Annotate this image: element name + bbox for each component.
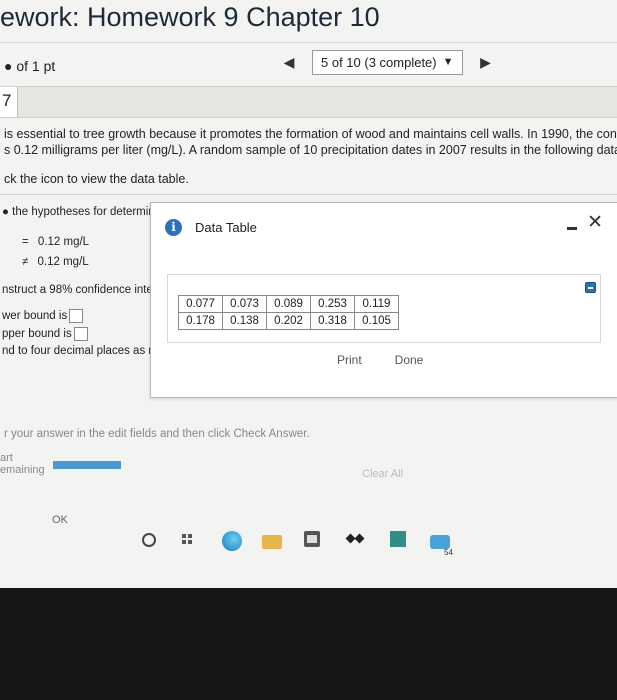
table-cell: 0.105 [354, 312, 399, 330]
chevron-down-icon: ▼ [442, 56, 454, 68]
progress-text: 5 of 10 (3 complete) [321, 54, 437, 70]
monitor-bezel [0, 588, 617, 700]
question-progress-dropdown[interactable]: 5 of 10 (3 complete) ▼ [312, 49, 463, 75]
question-number: 7 [0, 87, 18, 117]
table-cell: 0.089 [266, 295, 311, 313]
search-circle-icon[interactable] [142, 533, 156, 547]
table-cell: 0.178 [178, 312, 223, 330]
confidence-interval-label: nstruct a 98% confidence inter [2, 284, 150, 296]
points-label: ● of 1 pt [4, 58, 55, 74]
stem-line-1: is essential to tree growth because it p… [4, 127, 617, 141]
stem-line-2: s 0.12 milligrams per liter (mg/L). A ra… [4, 143, 617, 157]
notification-badge: 54 [444, 548, 453, 557]
upper-bound-input[interactable] [73, 327, 88, 341]
photos-icon[interactable] [430, 535, 450, 549]
question-stem: is essential to tree growth because it p… [4, 126, 617, 158]
edge-browser-icon[interactable] [222, 531, 242, 551]
lower-bound-row: wer bound is [2, 309, 84, 323]
table-cell: 0.253 [310, 295, 355, 313]
page-title: ework: Homework 9 Chapter 10 [0, 2, 380, 32]
store-icon[interactable] [304, 531, 320, 547]
table-cell: 0.119 [354, 295, 399, 313]
data-table-dialog: i Data Table ✕ 0.077 0.073 0.089 0.253 0… [150, 202, 617, 398]
null-hypothesis: = 0.12 mg/L [22, 236, 90, 248]
alternative-hypothesis: ≠ 0.12 mg/L [22, 256, 89, 268]
data-table-container: 0.077 0.073 0.089 0.253 0.119 0.178 0.13… [167, 274, 601, 343]
table-cell: 0.202 [266, 312, 311, 330]
minimize-icon[interactable] [565, 219, 579, 235]
answer-instruction: r your answer in the edit fields and the… [4, 428, 310, 440]
ok-button[interactable]: OK [52, 514, 68, 526]
data-table-instruction: ck the icon to view the data table. [4, 172, 189, 186]
question-navigator: ◀ 5 of 10 (3 complete) ▼ ▶ [276, 49, 499, 75]
table-cell: 0.073 [222, 295, 267, 313]
question-number-band: 7 [0, 86, 617, 118]
file-explorer-icon[interactable] [262, 535, 282, 549]
app-icon[interactable] [390, 531, 406, 547]
info-icon: i [165, 219, 182, 236]
dropbox-icon[interactable] [346, 531, 364, 547]
dot-icon: ● [2, 206, 9, 218]
homework-screen: ework: Homework 9 Chapter 10 ● of 1 pt ◀… [0, 0, 617, 596]
print-button[interactable]: Print [337, 353, 362, 367]
header-divider [0, 42, 617, 43]
data-table: 0.077 0.073 0.089 0.253 0.119 0.178 0.13… [178, 295, 399, 330]
copy-data-icon[interactable] [585, 282, 596, 293]
section-divider [0, 194, 617, 195]
previous-question-icon[interactable]: ◀ [276, 49, 302, 75]
close-icon[interactable]: ✕ [587, 211, 603, 234]
table-row: 0.178 0.138 0.202 0.318 0.105 [178, 312, 399, 330]
task-view-icon[interactable] [180, 531, 198, 549]
table-cell: 0.077 [178, 295, 223, 313]
rounding-note: nd to four decimal places as nee [2, 345, 150, 357]
hypotheses-label: ● the hypotheses for determir [2, 206, 150, 218]
answer-panel: ● the hypotheses for determir = 0.12 mg/… [0, 200, 150, 380]
table-cell: 0.318 [310, 312, 355, 330]
done-button[interactable]: Done [389, 353, 429, 367]
table-row: 0.077 0.073 0.089 0.253 0.119 [178, 295, 399, 313]
table-cell: 0.138 [222, 312, 267, 330]
upper-bound-row: pper bound is [2, 327, 88, 341]
clear-all-button[interactable]: Clear All [362, 468, 403, 480]
next-question-icon[interactable]: ▶ [473, 49, 499, 75]
parts-remaining-bar [53, 461, 121, 469]
parts-remaining-label: art emaining [0, 452, 45, 476]
dialog-title: Data Table [195, 220, 257, 235]
lower-bound-input[interactable] [69, 309, 84, 323]
points-text: of 1 pt [16, 58, 56, 74]
bullet-icon: ● [4, 58, 13, 74]
